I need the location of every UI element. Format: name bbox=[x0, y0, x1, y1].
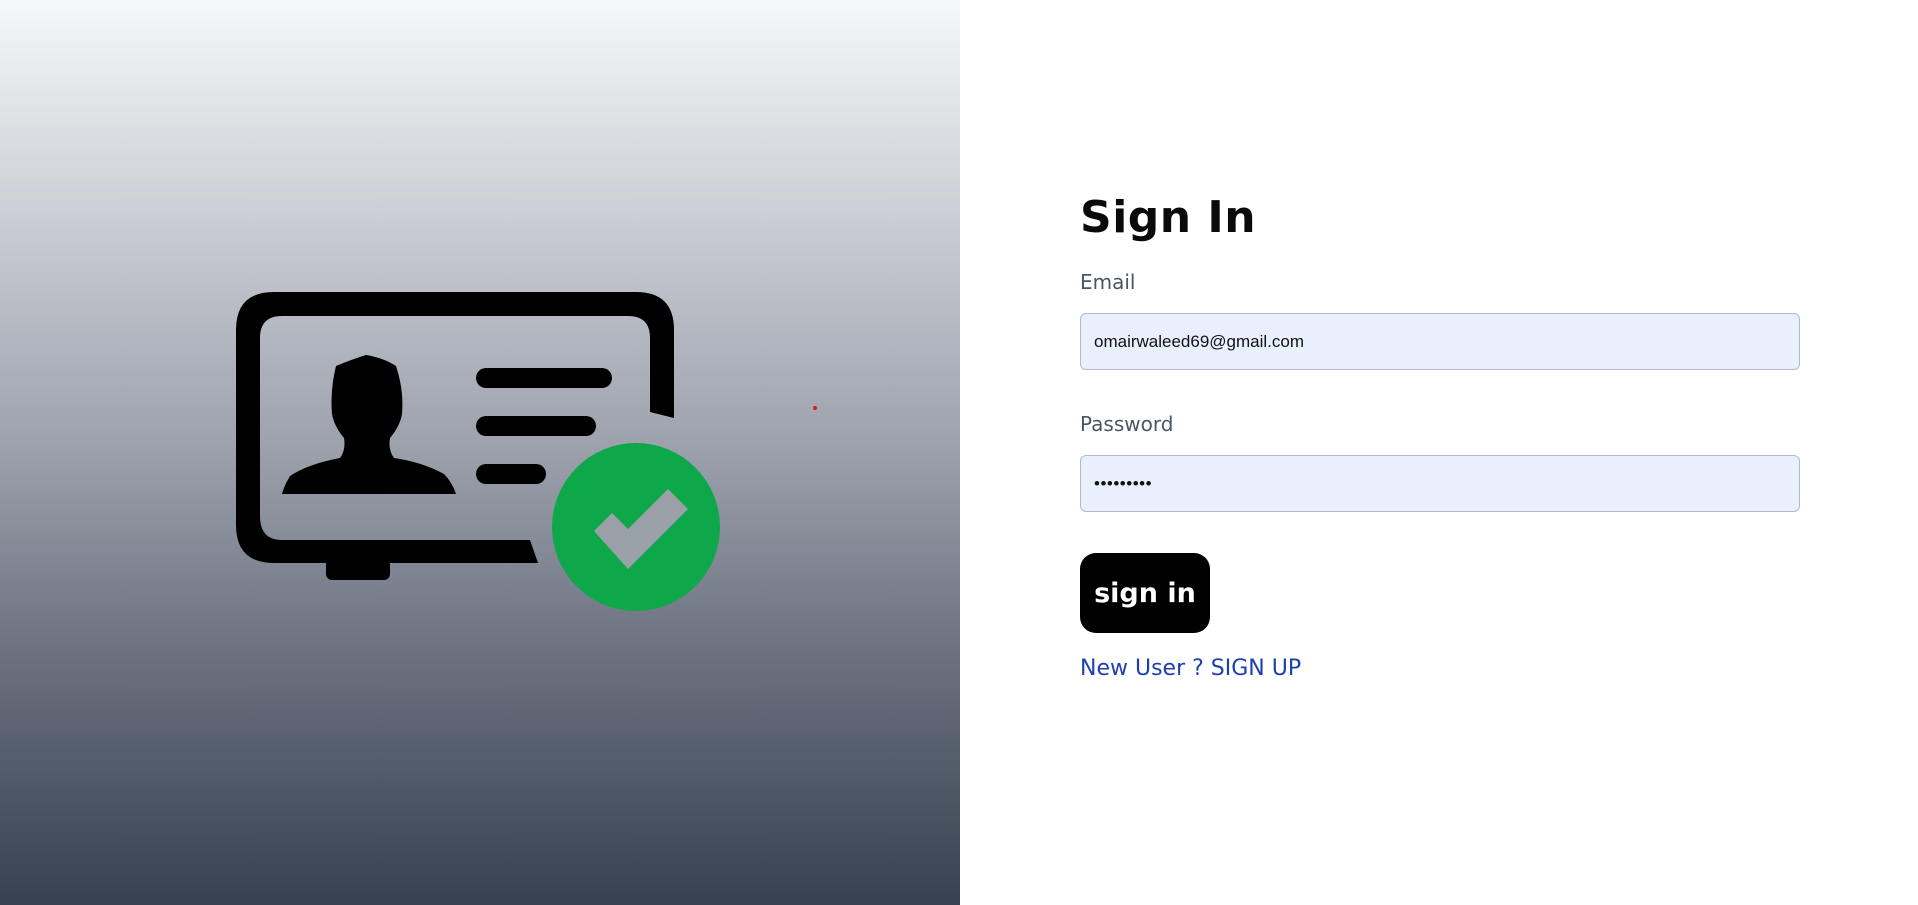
page-title: Sign In bbox=[1080, 192, 1257, 243]
sign-in-page: Sign In Email omairwaleed69@gmail.com Pa… bbox=[0, 0, 1918, 905]
password-field[interactable]: ••••••••• bbox=[1080, 455, 1800, 512]
password-value: ••••••••• bbox=[1094, 473, 1153, 493]
email-label: Email bbox=[1080, 270, 1136, 294]
hero-panel bbox=[0, 0, 960, 905]
form-panel: Sign In Email omairwaleed69@gmail.com Pa… bbox=[960, 0, 1918, 905]
cursor-dot bbox=[813, 406, 817, 410]
email-field[interactable]: omairwaleed69@gmail.com bbox=[1080, 313, 1800, 370]
sign-in-form: Sign In Email omairwaleed69@gmail.com Pa… bbox=[1080, 190, 1800, 681]
sign-in-button[interactable]: sign in bbox=[1080, 553, 1210, 633]
id-card-verified-icon bbox=[236, 292, 720, 611]
email-value: omairwaleed69@gmail.com bbox=[1094, 331, 1305, 351]
password-label: Password bbox=[1080, 412, 1174, 436]
sign-up-link[interactable]: New User ? SIGN UP bbox=[1080, 656, 1301, 681]
